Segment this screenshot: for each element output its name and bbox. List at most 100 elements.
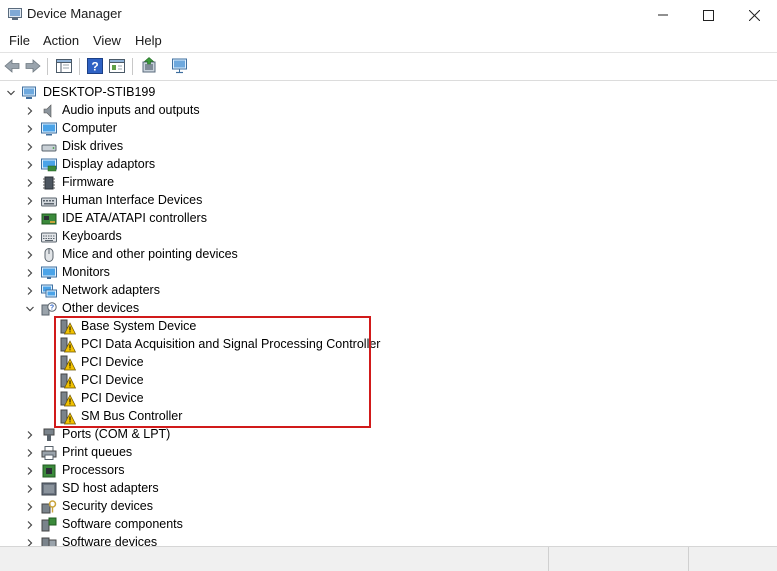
status-bar xyxy=(0,546,777,571)
chevron-right-icon[interactable] xyxy=(24,249,36,261)
tree-category-mice[interactable]: Mice and other pointing devices xyxy=(0,246,777,264)
category-label: Software devices xyxy=(62,535,158,546)
tree-category-keyboards[interactable]: Keyboards xyxy=(0,228,777,246)
tree-category-software-devices[interactable]: Software devices xyxy=(0,534,777,546)
tree-device-item[interactable]: SM Bus Controller xyxy=(0,408,777,426)
processor-icon xyxy=(42,464,56,478)
tree-root[interactable]: DESKTOP-STIB199 xyxy=(0,84,777,102)
tree-category-monitors[interactable]: Monitors xyxy=(0,264,777,282)
properties-icon[interactable] xyxy=(108,57,126,75)
tree-category-disk-drives[interactable]: Disk drives xyxy=(0,138,777,156)
device-manager-window: Device Manager File Action View Help ? D… xyxy=(0,0,777,571)
status-pane xyxy=(548,547,689,571)
keyboard-icon xyxy=(41,232,57,243)
category-label: Display adaptors xyxy=(62,157,156,171)
menu-view[interactable]: View xyxy=(92,33,122,48)
tree-category-other-devices[interactable]: ? Other devices xyxy=(0,300,777,318)
warning-device-icon xyxy=(60,409,76,425)
tree-category-processors[interactable]: Processors xyxy=(0,462,777,480)
category-label: Mice and other pointing devices xyxy=(62,247,238,261)
window-title: Device Manager xyxy=(27,6,122,21)
category-label: Disk drives xyxy=(62,139,124,153)
chevron-right-icon[interactable] xyxy=(24,483,36,495)
chevron-right-icon[interactable] xyxy=(24,501,36,513)
chevron-right-icon[interactable] xyxy=(24,465,36,477)
maximize-button[interactable] xyxy=(685,0,731,30)
status-pane xyxy=(688,547,777,571)
chevron-down-icon[interactable] xyxy=(5,87,17,99)
toolbar-separator xyxy=(47,58,48,75)
category-label: Firmware xyxy=(62,175,115,189)
chevron-right-icon[interactable] xyxy=(24,177,36,189)
tree-device-item[interactable]: Base System Device xyxy=(0,318,777,336)
chevron-right-icon[interactable] xyxy=(24,123,36,135)
back-arrow-icon[interactable] xyxy=(3,57,21,75)
chevron-right-icon[interactable] xyxy=(24,105,36,117)
tree-device-item[interactable]: PCI Device xyxy=(0,372,777,390)
toolbar: ? xyxy=(0,52,777,81)
tree-category-display-adaptors[interactable]: Display adaptors xyxy=(0,156,777,174)
tree-category-print-queues[interactable]: Print queues xyxy=(0,444,777,462)
category-label: Processors xyxy=(62,463,125,477)
category-label: Monitors xyxy=(62,265,110,279)
category-label: Security devices xyxy=(62,499,154,513)
show-hide-console-tree-icon[interactable] xyxy=(55,57,73,75)
tree-category-network[interactable]: Network adapters xyxy=(0,282,777,300)
chevron-right-icon[interactable] xyxy=(24,159,36,171)
tree-device-item[interactable]: PCI Device xyxy=(0,354,777,372)
menu-help[interactable]: Help xyxy=(134,33,163,48)
menu-action[interactable]: Action xyxy=(42,33,80,48)
warning-device-icon xyxy=(60,355,76,371)
monitor-icon xyxy=(41,122,57,136)
chevron-right-icon[interactable] xyxy=(24,141,36,153)
security-device-icon xyxy=(41,500,57,514)
menu-file[interactable]: File xyxy=(8,33,31,48)
tree-device-item[interactable]: PCI Data Acquisition and Signal Processi… xyxy=(0,336,777,354)
tree-category-ports[interactable]: Ports (COM & LPT) xyxy=(0,426,777,444)
monitor-icon xyxy=(41,266,57,279)
category-label: Ports (COM & LPT) xyxy=(62,427,171,441)
chevron-right-icon[interactable] xyxy=(24,213,36,225)
tree-category-audio[interactable]: Audio inputs and outputs xyxy=(0,102,777,120)
help-icon[interactable]: ? xyxy=(86,57,104,75)
device-label: PCI Device xyxy=(81,373,144,387)
network-adapter-icon xyxy=(41,284,57,298)
toolbar-separator xyxy=(79,58,80,75)
chevron-right-icon[interactable] xyxy=(24,231,36,243)
tree-category-hid[interactable]: Human Interface Devices xyxy=(0,192,777,210)
scan-hardware-changes-icon[interactable] xyxy=(171,57,189,75)
tree-category-firmware[interactable]: Firmware xyxy=(0,174,777,192)
device-manager-icon xyxy=(8,8,22,20)
chevron-right-icon[interactable] xyxy=(24,429,36,441)
chevron-right-icon[interactable] xyxy=(24,519,36,531)
forward-arrow-icon[interactable] xyxy=(24,57,42,75)
chevron-right-icon[interactable] xyxy=(24,447,36,459)
device-tree: DESKTOP-STIB199 Audio inputs and outputs… xyxy=(0,82,777,546)
device-label: SM Bus Controller xyxy=(81,409,183,423)
tree-category-software-components[interactable]: Software components xyxy=(0,516,777,534)
display-adapter-icon xyxy=(41,158,57,172)
tree-category-sd-host-adapters[interactable]: SD host adapters xyxy=(0,480,777,498)
minimize-icon xyxy=(658,14,668,16)
tree-device-item[interactable]: PCI Device xyxy=(0,390,777,408)
close-button[interactable] xyxy=(731,0,777,30)
update-driver-icon[interactable] xyxy=(140,57,158,75)
svg-text:?: ? xyxy=(91,60,98,74)
svg-text:?: ? xyxy=(50,305,54,312)
chevron-right-icon[interactable] xyxy=(24,195,36,207)
chevron-right-icon[interactable] xyxy=(24,267,36,279)
title-bar[interactable]: Device Manager xyxy=(0,0,777,30)
minimize-button[interactable] xyxy=(640,0,686,30)
ide-controller-icon xyxy=(41,213,57,225)
tree-category-computer[interactable]: Computer xyxy=(0,120,777,138)
tree-category-ide[interactable]: IDE ATA/ATAPI controllers xyxy=(0,210,777,228)
tree-category-security-devices[interactable]: Security devices xyxy=(0,498,777,516)
chevron-right-icon[interactable] xyxy=(24,537,36,546)
maximize-icon xyxy=(702,9,714,21)
chevron-down-icon[interactable] xyxy=(24,303,36,315)
hid-keyboard-icon xyxy=(41,197,57,207)
category-label: Keyboards xyxy=(62,229,122,243)
category-label: Computer xyxy=(62,121,117,135)
chevron-right-icon[interactable] xyxy=(24,285,36,297)
sd-card-icon xyxy=(41,482,57,496)
